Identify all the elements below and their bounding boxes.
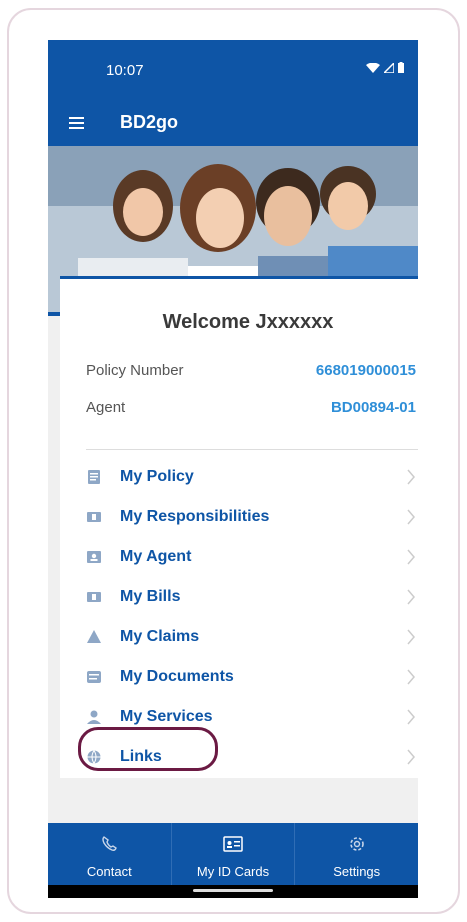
policy-number-value: 668019000015 — [315, 362, 416, 379]
document-icon — [86, 469, 102, 485]
chevron-right-icon — [407, 709, 415, 725]
menu-item-my-claims[interactable]: My Claims — [86, 621, 416, 653]
id-card-icon — [223, 836, 243, 852]
status-icons — [366, 62, 404, 73]
chevron-right-icon — [407, 469, 415, 485]
menu-item-label: My Bills — [120, 588, 181, 605]
chevron-right-icon — [407, 549, 415, 565]
links-highlight-ring — [78, 727, 218, 771]
menu-item-my-documents[interactable]: My Documents — [86, 661, 416, 693]
tab-my-id-cards[interactable]: My ID Cards — [172, 823, 296, 885]
money-icon — [86, 509, 102, 525]
menu-item-my-responsibilities[interactable]: My Responsibilities — [86, 501, 416, 533]
warning-icon — [86, 629, 102, 645]
menu-item-label: My Agent — [120, 548, 192, 565]
tab-label: My ID Cards — [196, 864, 270, 879]
documents-icon — [86, 669, 102, 685]
agent-label: Agent — [86, 399, 126, 416]
card-divider — [86, 449, 418, 450]
system-nav-bar — [48, 885, 418, 898]
menu-item-my-bills[interactable]: My Bills — [86, 581, 416, 613]
tab-settings[interactable]: Settings — [295, 823, 418, 885]
tab-contact[interactable]: Contact — [48, 823, 172, 885]
welcome-heading: Welcome Jxxxxxx — [162, 311, 334, 333]
menu-item-label: My Responsibilities — [120, 508, 270, 525]
battery-icon — [398, 62, 404, 73]
hamburger-menu-icon[interactable] — [66, 111, 90, 135]
person-icon — [86, 709, 102, 725]
status-time: 10:07 — [106, 62, 144, 79]
agent-row: Agent BD00894-01 — [86, 399, 416, 416]
home-handle[interactable] — [193, 889, 273, 892]
chevron-right-icon — [407, 589, 415, 605]
chevron-right-icon — [407, 629, 415, 645]
tab-label: Settings — [333, 864, 381, 879]
phone-icon — [102, 836, 118, 851]
menu-item-label: My Policy — [120, 468, 194, 485]
signal-icon — [384, 62, 394, 73]
menu-item-my-agent[interactable]: My Agent — [86, 541, 416, 573]
agent-value: BD00894-01 — [330, 399, 416, 416]
wifi-icon — [366, 62, 380, 73]
person-card-icon — [86, 549, 102, 565]
chevron-right-icon — [407, 749, 415, 765]
gear-icon — [349, 837, 364, 851]
bottom-tab-bar: Contact My ID Cards Settings — [48, 823, 418, 885]
menu-item-label: My Claims — [120, 628, 200, 645]
app-bar: BD2go — [48, 100, 418, 146]
status-bar: 10:07 — [48, 40, 418, 100]
chevron-right-icon — [407, 669, 415, 685]
welcome-card: Welcome Jxxxxxx Policy Number 6680190000… — [60, 276, 418, 778]
chevron-right-icon — [407, 509, 415, 525]
tab-label: Contact — [86, 864, 132, 879]
policy-number-row: Policy Number 668019000015 — [86, 362, 416, 379]
menu-item-my-policy[interactable]: My Policy — [86, 461, 416, 493]
menu-item-label: My Services — [120, 708, 213, 725]
policy-number-label: Policy Number — [86, 362, 184, 379]
money-icon — [86, 589, 102, 605]
menu-item-label: My Documents — [120, 668, 234, 685]
app-title: BD2go — [120, 112, 178, 132]
